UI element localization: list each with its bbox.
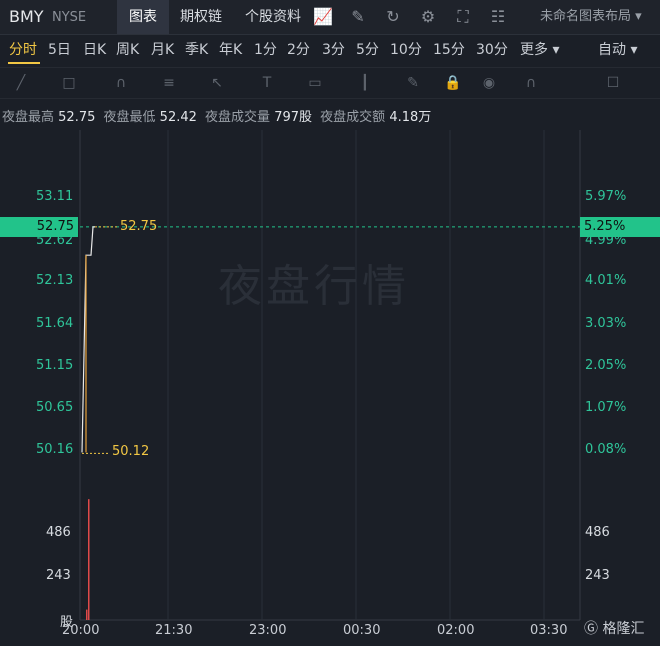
pct-axis-label: 0.08% [585,442,627,457]
pct-axis-label: 3.03% [585,316,627,331]
time-axis-label: 02:00 [437,623,475,638]
time-axis-label: 00:30 [343,623,381,638]
high-marker-label: 52.75 [120,219,158,234]
low-marker-label: 50.12 [112,444,150,459]
intraday-chart[interactable] [0,0,660,646]
volume-bar [88,499,90,620]
price-line [81,226,95,453]
price-axis-label: 51.64 [36,316,74,331]
price-axis-label: 51.15 [36,358,74,373]
current-pct-tag: 5.25% [580,217,660,237]
time-axis-label: 20:00 [62,623,100,638]
time-axis-label: 21:30 [155,623,193,638]
pct-axis-label: 2.05% [585,358,627,373]
price-axis-label: 50.65 [36,400,74,415]
time-axis-label: 23:00 [249,623,287,638]
watermark: 夜盘行情 [218,261,410,312]
volume-bar [86,609,88,620]
volume-axis-label: 486 [46,525,71,540]
time-axis-label: 03:30 [530,623,568,638]
pct-axis-label: 1.07% [585,400,627,415]
pct-axis-label: 5.97% [585,189,627,204]
price-axis-label: 53.11 [36,189,74,204]
brand-logo: Ⓖ 格隆汇 [584,621,645,637]
price-axis-label: 52.13 [36,273,74,288]
pct-axis-label: 4.01% [585,273,627,288]
price-axis-label: 50.16 [36,442,74,457]
current-price-tag: 52.75 [0,217,78,237]
volume-axis-label: 243 [46,568,71,583]
volume-axis-label: 486 [585,525,610,540]
volume-axis-label: 243 [585,568,610,583]
